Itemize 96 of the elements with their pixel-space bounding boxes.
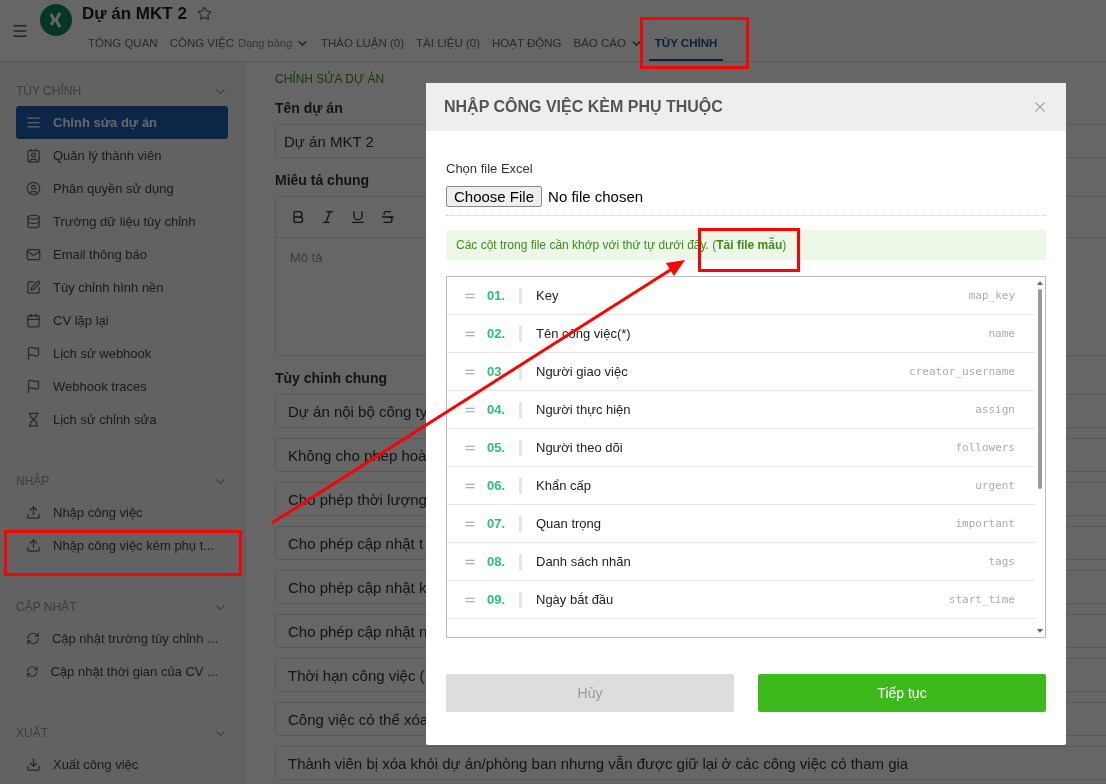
download-template-link[interactable]: Tải file mẫu [716, 238, 783, 252]
column-number: 08. [487, 554, 507, 569]
file-status: No file chosen [548, 188, 644, 205]
column-name: Người theo dõi [536, 440, 624, 455]
choose-file-button[interactable]: Choose File [446, 186, 543, 207]
sidebar-item-label: Lịch sử chỉnh sửa [53, 412, 157, 427]
field-label: Tùy chỉnh chung [275, 370, 387, 386]
refresh-icon [26, 631, 40, 646]
nav-tab[interactable]: TỔNG QUAN [82, 27, 164, 61]
sidebar-item[interactable]: Chỉnh sửa dự án [16, 106, 228, 139]
sidebar-item[interactable]: CV lặp lại [16, 304, 228, 337]
sidebar-item-label: Xuất công việc [53, 757, 139, 772]
flag-icon [26, 379, 41, 394]
person-circle-icon [26, 181, 41, 196]
sidebar-item[interactable]: Tùy chỉnh hình nền [16, 271, 228, 304]
column-number: 07. [487, 516, 507, 531]
dialog-title: NHẬP CÔNG VIỆC KÈM PHỤ THUỘC [444, 98, 723, 116]
sidebar-item-label: Phân quyền sử dụng [53, 181, 174, 196]
column-key: name [988, 327, 1015, 340]
nav-tab[interactable]: HOẠT ĐỘNG [486, 27, 568, 61]
sidebar-item[interactable]: Lịch sử chỉnh sửa [16, 403, 228, 436]
flag-icon [26, 346, 41, 361]
underline-icon[interactable] [350, 209, 366, 225]
sidebar-item[interactable]: Webhook traces [16, 370, 228, 403]
column-name: Ngày bắt đầu [536, 592, 615, 607]
sidebar-item[interactable]: Phân quyền sử dụng [16, 172, 228, 205]
sidebar-item-label: Cập nhật trường tùy chỉnh ... [51, 631, 218, 646]
sidebar-item-label: Tùy chỉnh hình nền [53, 280, 164, 295]
logo-icon [40, 4, 72, 36]
sidebar-item-label: Chỉnh sửa dự án [53, 115, 158, 130]
column-key: map_key [968, 289, 1015, 302]
sidebar-item-label: Nhập công việc [53, 505, 143, 520]
mail-icon [26, 247, 41, 262]
sidebar-item[interactable]: Quản lý thành viên [16, 139, 228, 172]
italic-icon[interactable] [320, 209, 336, 225]
sidebar-item[interactable]: Email thông báo [16, 238, 228, 271]
sidebar-item[interactable]: Xuất công việc [16, 748, 228, 781]
sidebar-item[interactable]: Trường dữ liệu tùy chỉnh [16, 205, 228, 238]
sidebar-item[interactable]: Cập nhật thời gian của CV ... [16, 655, 228, 688]
sidebar-item[interactable]: Nhập công việc [16, 496, 228, 529]
sidebar-item[interactable]: Nhập công việc kèm phụ t... [16, 529, 228, 562]
sidebar-item-label: Nhập công việc kèm phụ t... [53, 538, 215, 553]
contact-card-icon [26, 148, 41, 163]
column-key: urgent [975, 479, 1015, 492]
sidebar-item-label: Lịch sử webhook [53, 346, 152, 361]
column-name: Người thực hiện [536, 402, 632, 417]
column-number: 05. [487, 440, 507, 455]
upload-icon [26, 505, 41, 520]
column-key: followers [955, 441, 1015, 454]
field-label: Miêu tả chung [275, 172, 370, 188]
cancel-button[interactable]: Hủy [446, 674, 734, 712]
upload-icon [26, 538, 41, 553]
setting-option[interactable]: Thành viên bị xóa khỏi dự án/phòng ban nhưng vẫn được giữ lại ở các công việc có tham gia [275, 746, 1106, 780]
pencil-square-icon [26, 280, 41, 295]
column-number: 01. [487, 288, 507, 303]
sidebar-item-label: Cập nhật thời gian của CV ... [50, 664, 218, 679]
hourglass-icon [26, 412, 41, 427]
continue-button[interactable]: Tiếp tục [758, 674, 1046, 712]
nav-tab[interactable]: TÀI LIỆU (0) [410, 27, 486, 61]
sidebar-item-label: CV lặp lại [53, 313, 109, 328]
download-icon [26, 757, 41, 772]
column-number: 02. [487, 326, 507, 341]
star-icon[interactable] [196, 6, 212, 22]
sidebar-item[interactable]: Lịch sử webhook [16, 337, 228, 370]
refresh-icon [26, 664, 39, 679]
column-key: tags [988, 555, 1015, 568]
sidebar-item-label: Quản lý thành viên [53, 148, 162, 163]
nav-tab[interactable]: TÙY CHỈNH [648, 27, 724, 61]
sidebar-item-label: Email thông báo [53, 247, 147, 262]
column-key: assign [975, 403, 1015, 416]
nav-tab[interactable]: THẢO LUẬN (0) [315, 27, 411, 61]
nav-tab[interactable]: BÁO CÁO [567, 27, 649, 61]
calendar-icon [26, 313, 41, 328]
column-number: 04. [487, 402, 507, 417]
column-number: 09. [487, 592, 507, 607]
menu-icon [26, 115, 41, 130]
column-key: start_time [948, 593, 1015, 606]
column-number: 03. [487, 364, 507, 379]
section-title: CHỈNH SỬA DỰ ÁN [275, 72, 386, 86]
column-key: important [955, 517, 1015, 530]
column-name: Khẩn cấp [536, 478, 592, 493]
field-label: Tên dự án [275, 100, 343, 116]
column-name: Quan trọng [536, 516, 603, 531]
strikethrough-icon[interactable] [380, 209, 396, 225]
column-number: 06. [487, 478, 507, 493]
column-key: creator_username [909, 365, 1015, 378]
sidebar-item-label: Webhook traces [53, 379, 147, 394]
database-icon [26, 214, 41, 229]
file-label: Chọn file Excel [446, 161, 534, 176]
bold-icon[interactable] [290, 209, 306, 225]
column-name: Danh sách nhãn [536, 554, 632, 569]
project-title: Dự án MKT 2 [82, 3, 187, 24]
column-name: Người giao việc [536, 364, 629, 379]
sidebar-item[interactable]: Cập nhật trường tùy chỉnh ... [16, 622, 228, 655]
column-name: Key [536, 288, 560, 303]
sidebar-item-label: Trường dữ liệu tùy chỉnh [53, 214, 196, 229]
